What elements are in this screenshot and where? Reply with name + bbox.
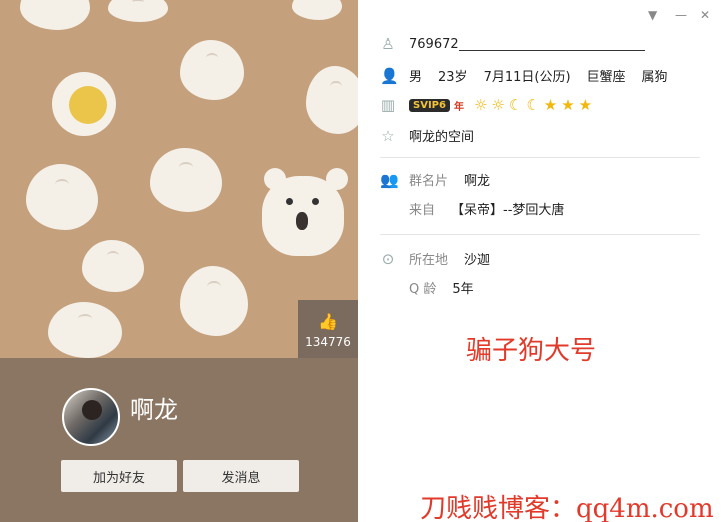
watermark: 刀贱贱博客：qq4m.com [420,494,714,522]
group-card-label: 群名片 [409,174,449,189]
qq-number: 769672 [409,36,459,52]
sun-icon: ☼ [473,96,488,114]
send-message-button[interactable]: 发消息 [183,460,299,492]
location-value: 沙迦 [464,253,491,268]
thumbs-up-icon: 👍 [318,312,338,331]
penguin-icon: ♙ [381,35,395,53]
decoration-bun [48,302,122,358]
decoration-bear [262,168,348,256]
sun-icon: ☼ [491,96,505,114]
from-value: 【呆帝】--梦回大唐 [451,203,565,218]
decoration-bun [82,240,144,292]
decoration-bun [20,0,90,30]
decoration-bun [180,266,248,336]
decoration-bun [180,40,244,100]
birthday: 7月11日(公历) [483,70,571,85]
bar-chart-icon: ▥ [380,96,396,114]
person-icon: 👤 [380,66,399,85]
svip-badge[interactable]: SVIP6 [409,98,450,112]
like-button[interactable]: 👍 134776 [298,300,358,358]
decoration-bun [108,0,168,22]
chinese-zodiac: 属狗 [641,70,668,85]
svip-year-badge: 年 [453,101,464,113]
group-card-row: 👥 群名片 啊龙 [380,170,491,190]
divider [380,234,700,235]
space-link[interactable]: 啊龙的空间 [409,126,474,145]
qq-number-row: ♙ 769672 [380,36,645,52]
add-friend-button[interactable]: 加为好友 [61,460,177,492]
zodiac: 巨蟹座 [586,70,626,85]
minimize-icon[interactable]: — [675,8,687,22]
profile-footer [0,358,358,522]
q-age-value: 5年 [452,282,474,297]
star-icon: ★ [578,96,593,114]
star-outline-icon: ☆ [381,126,395,145]
level-row: ▥ SVIP6 年 ☼ ☼ ☾ ☾ ★ ★ ★ [380,96,592,114]
moon-icon: ☾ [508,96,523,114]
close-icon[interactable]: ✕ [700,8,710,22]
more-icon: ⊙ [381,249,395,268]
age: 23岁 [438,70,468,85]
chevron-down-icon[interactable]: ▼ [648,8,657,22]
group-card-value: 啊龙 [464,174,491,189]
profile-cover: 👍 134776 啊龙 加为好友 发消息 [0,0,358,522]
from-label: 来自 [409,203,436,218]
star-icon: ★ [561,96,575,114]
fake-account-note: 骗子狗大号 [466,336,597,366]
location-row: ⊙ 所在地 沙迦 [380,249,491,269]
info-pane: ▼ — ✕ ♙ 769672 👤 男 23岁 7月11日(公历) 巨蟹座 属狗 … [358,0,722,522]
q-age-row: Q 龄 5年 [380,278,474,297]
group-icon: 👥 [380,170,399,189]
decoration-bun [26,164,98,230]
decoration-bun [150,148,222,212]
basic-info-row: 👤 男 23岁 7月11日(公历) 巨蟹座 属狗 [380,66,668,86]
moon-icon: ☾ [526,96,540,114]
nickname: 啊龙 [130,396,178,424]
qq-underline [458,37,645,51]
decoration-egg [52,72,116,136]
q-age-label: Q 龄 [409,282,437,297]
star-icon: ★ [543,96,558,114]
divider [380,157,700,158]
avatar[interactable] [62,388,120,446]
decoration-bun [292,0,342,20]
space-row[interactable]: ☆ 啊龙的空间 [380,126,474,146]
gender: 男 [409,70,423,85]
decoration-bun [306,66,358,134]
like-count: 134776 [305,335,351,349]
location-label: 所在地 [409,253,449,268]
from-row: 来自 【呆帝】--梦回大唐 [380,199,564,218]
